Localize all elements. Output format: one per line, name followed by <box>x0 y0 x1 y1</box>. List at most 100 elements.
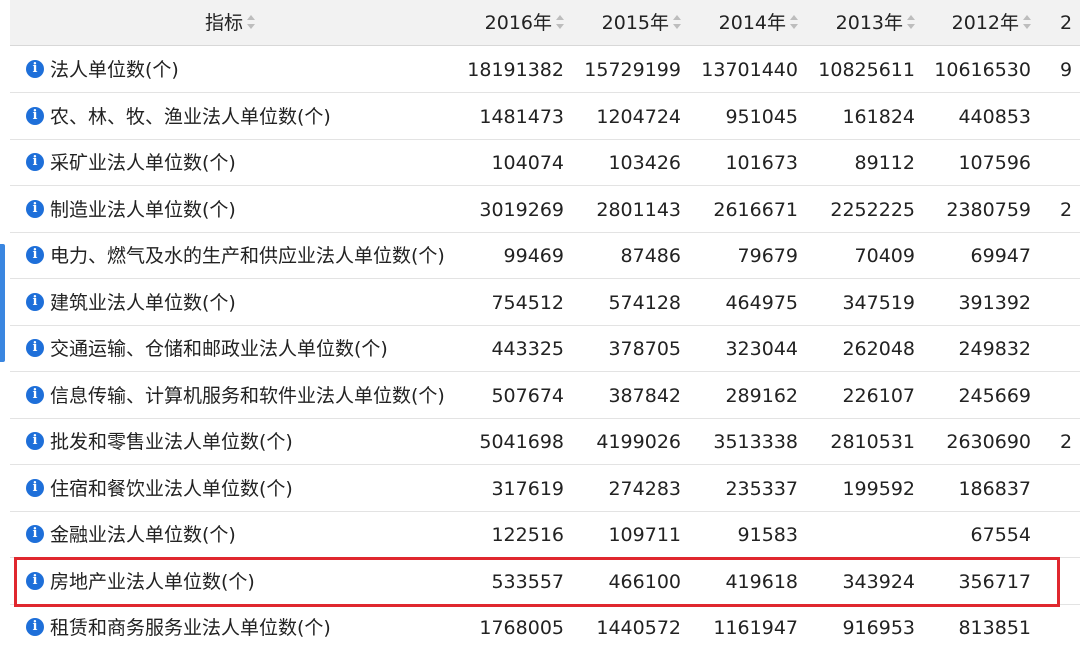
row-value-cell: 343924 <box>842 570 915 593</box>
row-value-cell: 466100 <box>608 570 681 593</box>
row-label: 建筑业法人单位数(个) <box>50 291 236 314</box>
row-indicator-cell: i 制造业法人单位数(个) <box>10 187 450 233</box>
info-icon[interactable]: i <box>26 385 44 404</box>
info-icon[interactable]: i <box>26 199 44 218</box>
sort-icon[interactable] <box>1023 14 1031 29</box>
table-row[interactable]: i 采矿业法人单位数(个) 104074 103426 101673 89112 10759… <box>10 140 1080 186</box>
row-value-cell: 289162 <box>725 384 798 407</box>
row-value-cell: 1481473 <box>479 105 564 128</box>
info-icon[interactable]: i <box>26 478 44 497</box>
row-value-cell <box>800 512 917 558</box>
row-value-cell: 2801143 <box>596 198 681 221</box>
info-icon[interactable]: i <box>26 246 44 264</box>
sort-icon[interactable] <box>247 14 255 29</box>
header-year-label: 2013年 <box>835 12 903 34</box>
row-value-cell: 754512 <box>491 291 564 314</box>
table-row[interactable]: i 建筑业法人单位数(个) 754512 574128 464975 347519 3913… <box>10 279 1080 326</box>
info-icon[interactable]: i <box>26 525 44 543</box>
info-icon[interactable]: i <box>26 60 44 78</box>
row-value-cell: 69947 <box>970 245 1031 267</box>
sort-icon[interactable] <box>556 14 564 29</box>
row-indicator-cell: i 采矿业法人单位数(个) <box>10 140 450 186</box>
header-year-2014[interactable]: 2014年 <box>683 0 800 46</box>
row-value-cell: 317619 <box>491 477 564 500</box>
info-icon[interactable]: i <box>26 292 44 311</box>
row-value-cell: 70409 <box>854 245 915 267</box>
table-row[interactable]: i 电力、燃气及水的生产和供应业法人单位数(个) 99469 87486 79679 70… <box>10 233 1080 279</box>
row-value-cell: 79679 <box>737 245 798 267</box>
row-label: 批发和零售业法人单位数(个) <box>50 431 293 453</box>
table-row[interactable]: i 农、林、牧、渔业法人单位数(个) 1481473 1204724 951045 161… <box>10 93 1080 140</box>
row-indicator-cell: i 住宿和餐饮业法人单位数(个) <box>10 466 450 512</box>
row-indicator-cell: i 交通运输、仓储和邮政业法人单位数(个) <box>10 326 450 372</box>
row-value-cell: 226107 <box>842 384 915 407</box>
row-indicator-cell: i 租赁和商务服务业法人单位数(个) <box>10 605 450 650</box>
row-value-cell: 91583 <box>737 524 798 546</box>
sort-icon[interactable] <box>907 14 915 29</box>
row-value-cell: 440853 <box>958 105 1031 128</box>
row-value-cell <box>1060 140 1080 186</box>
table-row[interactable]: i 制造业法人单位数(个) 3019269 2801143 2616671 2252225… <box>10 186 1080 233</box>
row-value-cell <box>1060 280 1080 326</box>
row-value-cell: 3019269 <box>479 198 564 221</box>
row-value-cell: 2810531 <box>830 431 915 453</box>
row-value-cell: 378705 <box>608 338 681 360</box>
row-value-cell: 107596 <box>958 152 1031 174</box>
sort-icon[interactable] <box>673 14 681 29</box>
row-indicator-cell: i 农、林、牧、渔业法人单位数(个) <box>10 94 450 140</box>
header-indicator-label: 指标 <box>204 12 243 34</box>
header-year-2013[interactable]: 2013年 <box>800 0 917 46</box>
row-value-cell: 4199026 <box>596 431 681 453</box>
info-icon[interactable]: i <box>26 153 44 171</box>
row-value-cell: 3513338 <box>713 431 798 453</box>
row-indicator-cell: i 批发和零售业法人单位数(个) <box>10 419 450 465</box>
header-year-2016[interactable]: 2016年 <box>450 0 566 46</box>
row-value-cell: 109711 <box>608 524 681 546</box>
header-indicator[interactable]: 指标 <box>10 0 450 46</box>
row-value-cell: 2380759 <box>946 198 1031 221</box>
row-label: 电力、燃气及水的生产和供应业法人单位数(个) <box>50 245 445 267</box>
row-value-cell: 1440572 <box>596 617 681 639</box>
table-header-row: 指标 2016年 2015年 2014年 2013年 2012年 2 <box>10 0 1080 46</box>
info-icon[interactable]: i <box>26 618 44 636</box>
row-value-cell: 10616530 <box>934 59 1031 81</box>
row-value-cell: 507674 <box>491 384 564 407</box>
table-row[interactable]: i 信息传输、计算机服务和软件业法人单位数(个) 507674 387842 28916… <box>10 372 1080 419</box>
row-value-cell: 245669 <box>958 384 1031 407</box>
row-value-cell: 89112 <box>854 152 915 174</box>
table-row[interactable]: i 房地产业法人单位数(个) 533557 466100 419618 343924 356… <box>10 558 1080 605</box>
table-row[interactable]: i 金融业法人单位数(个) 122516 109711 91583 67554 <box>10 512 1080 558</box>
info-icon[interactable]: i <box>26 432 44 450</box>
row-value-cell: 356717 <box>958 570 1031 593</box>
row-value-cell: 323044 <box>725 338 798 360</box>
row-value-cell <box>1060 373 1080 419</box>
table-row[interactable]: i 法人单位数(个) 18191382 15729199 13701440 1082561… <box>10 47 1080 93</box>
row-label: 采矿业法人单位数(个) <box>50 152 236 174</box>
row-label: 交通运输、仓储和邮政业法人单位数(个) <box>50 338 388 360</box>
row-label: 租赁和商务服务业法人单位数(个) <box>50 617 331 639</box>
row-value-cell: 186837 <box>958 477 1031 500</box>
row-value-cell: 15729199 <box>584 59 681 81</box>
side-tab-handle[interactable] <box>0 244 5 362</box>
header-year-partial[interactable]: 2 <box>1060 0 1080 46</box>
info-icon[interactable]: i <box>26 106 44 125</box>
table-row[interactable]: i 交通运输、仓储和邮政业法人单位数(个) 443325 378705 323044 26… <box>10 326 1080 372</box>
table-row[interactable]: i 租赁和商务服务业法人单位数(个) 1768005 1440572 1161947 91… <box>10 605 1080 650</box>
table-row[interactable]: i 批发和零售业法人单位数(个) 5041698 4199026 3513338 2810… <box>10 419 1080 465</box>
header-year-2012[interactable]: 2012年 <box>917 0 1033 46</box>
row-value-cell: 99469 <box>503 245 564 267</box>
row-label: 信息传输、计算机服务和软件业法人单位数(个) <box>50 384 445 407</box>
info-icon[interactable]: i <box>26 339 44 357</box>
row-value-cell: 274283 <box>608 477 681 500</box>
row-value-cell <box>1060 466 1080 512</box>
row-value-cell: 161824 <box>842 105 915 128</box>
row-value-cell: 18191382 <box>467 59 564 81</box>
row-indicator-cell: i 电力、燃气及水的生产和供应业法人单位数(个) <box>10 233 450 279</box>
table-row[interactable]: i 住宿和餐饮业法人单位数(个) 317619 274283 235337 199592 1… <box>10 465 1080 512</box>
row-value-cell: 13701440 <box>701 59 798 81</box>
row-label: 农、林、牧、渔业法人单位数(个) <box>50 105 331 128</box>
sort-icon[interactable] <box>790 14 798 29</box>
row-indicator-cell: i 信息传输、计算机服务和软件业法人单位数(个) <box>10 373 450 419</box>
header-year-2015[interactable]: 2015年 <box>566 0 683 46</box>
info-icon[interactable]: i <box>26 571 44 590</box>
